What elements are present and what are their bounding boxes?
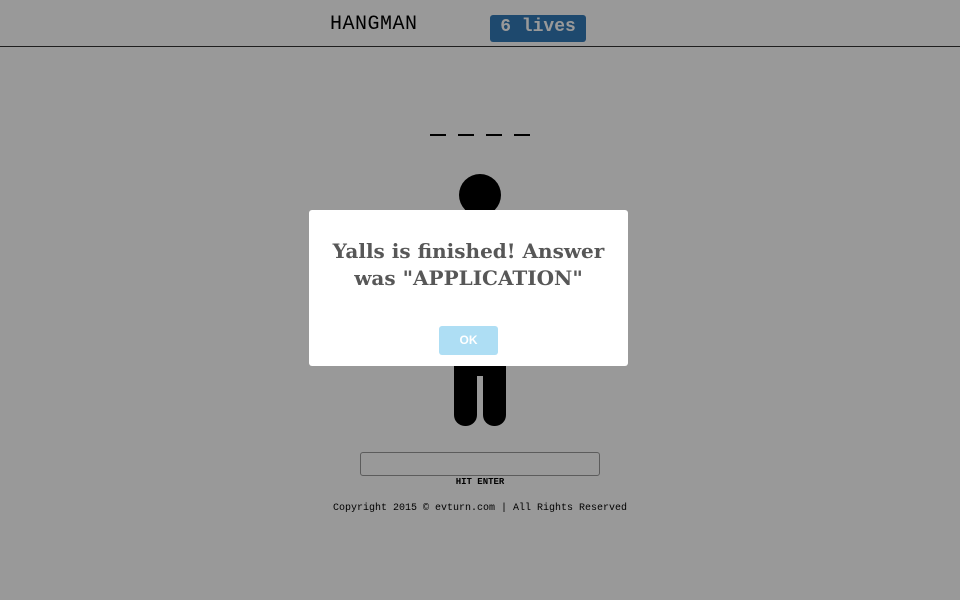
ok-button[interactable]: OK [439, 326, 498, 355]
dialog-message: Yalls is finished! Answer was "APPLICATI… [332, 239, 605, 290]
game-over-dialog: Yalls is finished! Answer was "APPLICATI… [309, 210, 628, 366]
